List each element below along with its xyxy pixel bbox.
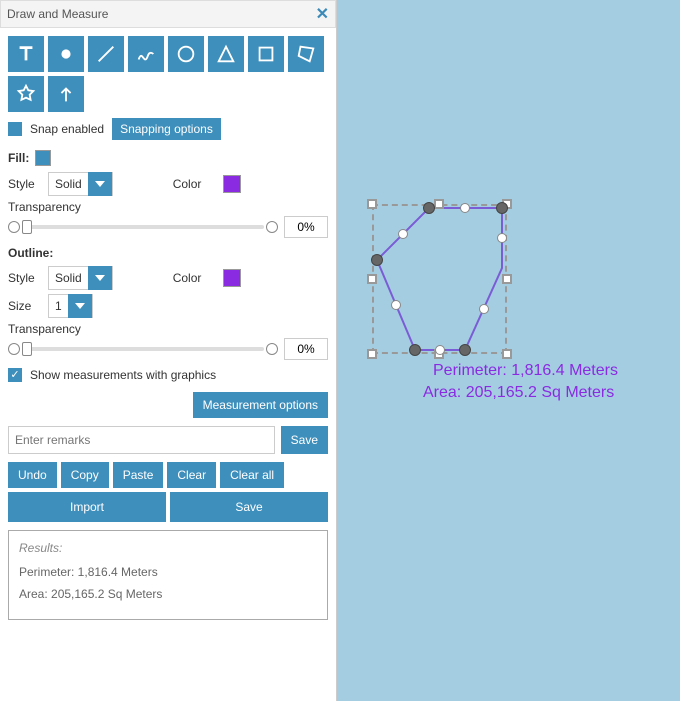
clear-all-button[interactable]: Clear all [220,462,284,488]
resize-handle[interactable] [434,199,444,209]
canvas-perimeter-label: Perimeter: 1,816.4 Meters [433,362,618,380]
outline-size-label: Size [8,299,38,313]
results-box: Results: Perimeter: 1,816.4 Meters Area:… [8,530,328,620]
undo-button[interactable]: Undo [8,462,57,488]
save-button[interactable]: Save [170,492,328,522]
vertex-handle[interactable] [423,202,435,214]
snapping-options-button[interactable]: Snapping options [112,118,221,140]
fill-color-swatch[interactable] [223,175,241,193]
resize-handle[interactable] [502,274,512,284]
copy-button[interactable]: Copy [61,462,109,488]
freehand-tool-icon[interactable] [128,36,164,72]
polygon-tool-icon[interactable] [288,36,324,72]
results-area: Area: 205,165.2 Sq Meters [19,587,317,601]
close-icon[interactable]: ✕ [316,4,329,24]
outline-color-swatch[interactable] [223,269,241,287]
chevron-down-icon [88,172,112,196]
midpoint-handle[interactable] [435,345,445,355]
canvas-area-label: Area: 205,165.2 Sq Meters [423,384,614,402]
show-measurements-checkbox[interactable] [8,368,22,382]
arrow-tool-icon[interactable] [48,76,84,112]
outline-color-label: Color [173,271,213,285]
resize-handle[interactable] [367,199,377,209]
fill-style-select[interactable]: Solid [48,172,113,196]
chevron-down-icon [88,266,112,290]
results-perimeter: Perimeter: 1,816.4 Meters [19,565,317,579]
measurement-options-button[interactable]: Measurement options [193,392,328,418]
paste-button[interactable]: Paste [113,462,164,488]
panel-header: Draw and Measure ✕ [0,0,336,28]
outline-style-label: Style [8,271,38,285]
outline-transparency-slider[interactable] [8,343,278,355]
remarks-input[interactable] [8,426,275,454]
midpoint-handle[interactable] [398,229,408,239]
vertex-handle[interactable] [409,344,421,356]
rectangle-tool-icon[interactable] [248,36,284,72]
vertex-handle[interactable] [459,344,471,356]
fill-transparency-input[interactable] [284,216,328,238]
resize-handle[interactable] [502,349,512,359]
outline-style-select[interactable]: Solid [48,266,113,290]
text-tool-icon[interactable] [8,36,44,72]
triangle-tool-icon[interactable] [208,36,244,72]
outline-transparency-input[interactable] [284,338,328,360]
vertex-handle[interactable] [496,202,508,214]
outline-transparency-label: Transparency [8,322,328,336]
show-measurements-label: Show measurements with graphics [30,368,216,382]
midpoint-handle[interactable] [391,300,401,310]
snap-enabled-label: Snap enabled [30,122,104,136]
results-heading: Results: [19,541,317,555]
vertex-handle[interactable] [371,254,383,266]
fill-transparency-label: Transparency [8,200,328,214]
chevron-down-icon [68,294,92,318]
fill-transparency-slider[interactable] [8,221,278,233]
map-canvas[interactable]: Perimeter: 1,816.4 Meters Area: 205,165.… [337,0,680,701]
selection-bbox [372,204,507,354]
draw-measure-panel: Draw and Measure ✕ Snap enabled Snapping… [0,0,337,701]
fill-swatch-icon[interactable] [35,150,51,166]
midpoint-handle[interactable] [479,304,489,314]
star-tool-icon[interactable] [8,76,44,112]
panel-title: Draw and Measure [7,7,108,21]
tool-palette [8,36,328,112]
snap-enabled-checkbox[interactable] [8,122,22,136]
fill-heading: Fill: [8,150,328,166]
fill-style-label: Style [8,177,38,191]
clear-button[interactable]: Clear [167,462,216,488]
save-remarks-button[interactable]: Save [281,426,328,454]
midpoint-handle[interactable] [497,233,507,243]
outline-heading: Outline: [8,246,328,260]
midpoint-handle[interactable] [460,203,470,213]
point-tool-icon[interactable] [48,36,84,72]
fill-color-label: Color [173,177,213,191]
resize-handle[interactable] [367,274,377,284]
resize-handle[interactable] [367,349,377,359]
import-button[interactable]: Import [8,492,166,522]
line-tool-icon[interactable] [88,36,124,72]
circle-tool-icon[interactable] [168,36,204,72]
outline-size-select[interactable]: 1 [48,294,93,318]
